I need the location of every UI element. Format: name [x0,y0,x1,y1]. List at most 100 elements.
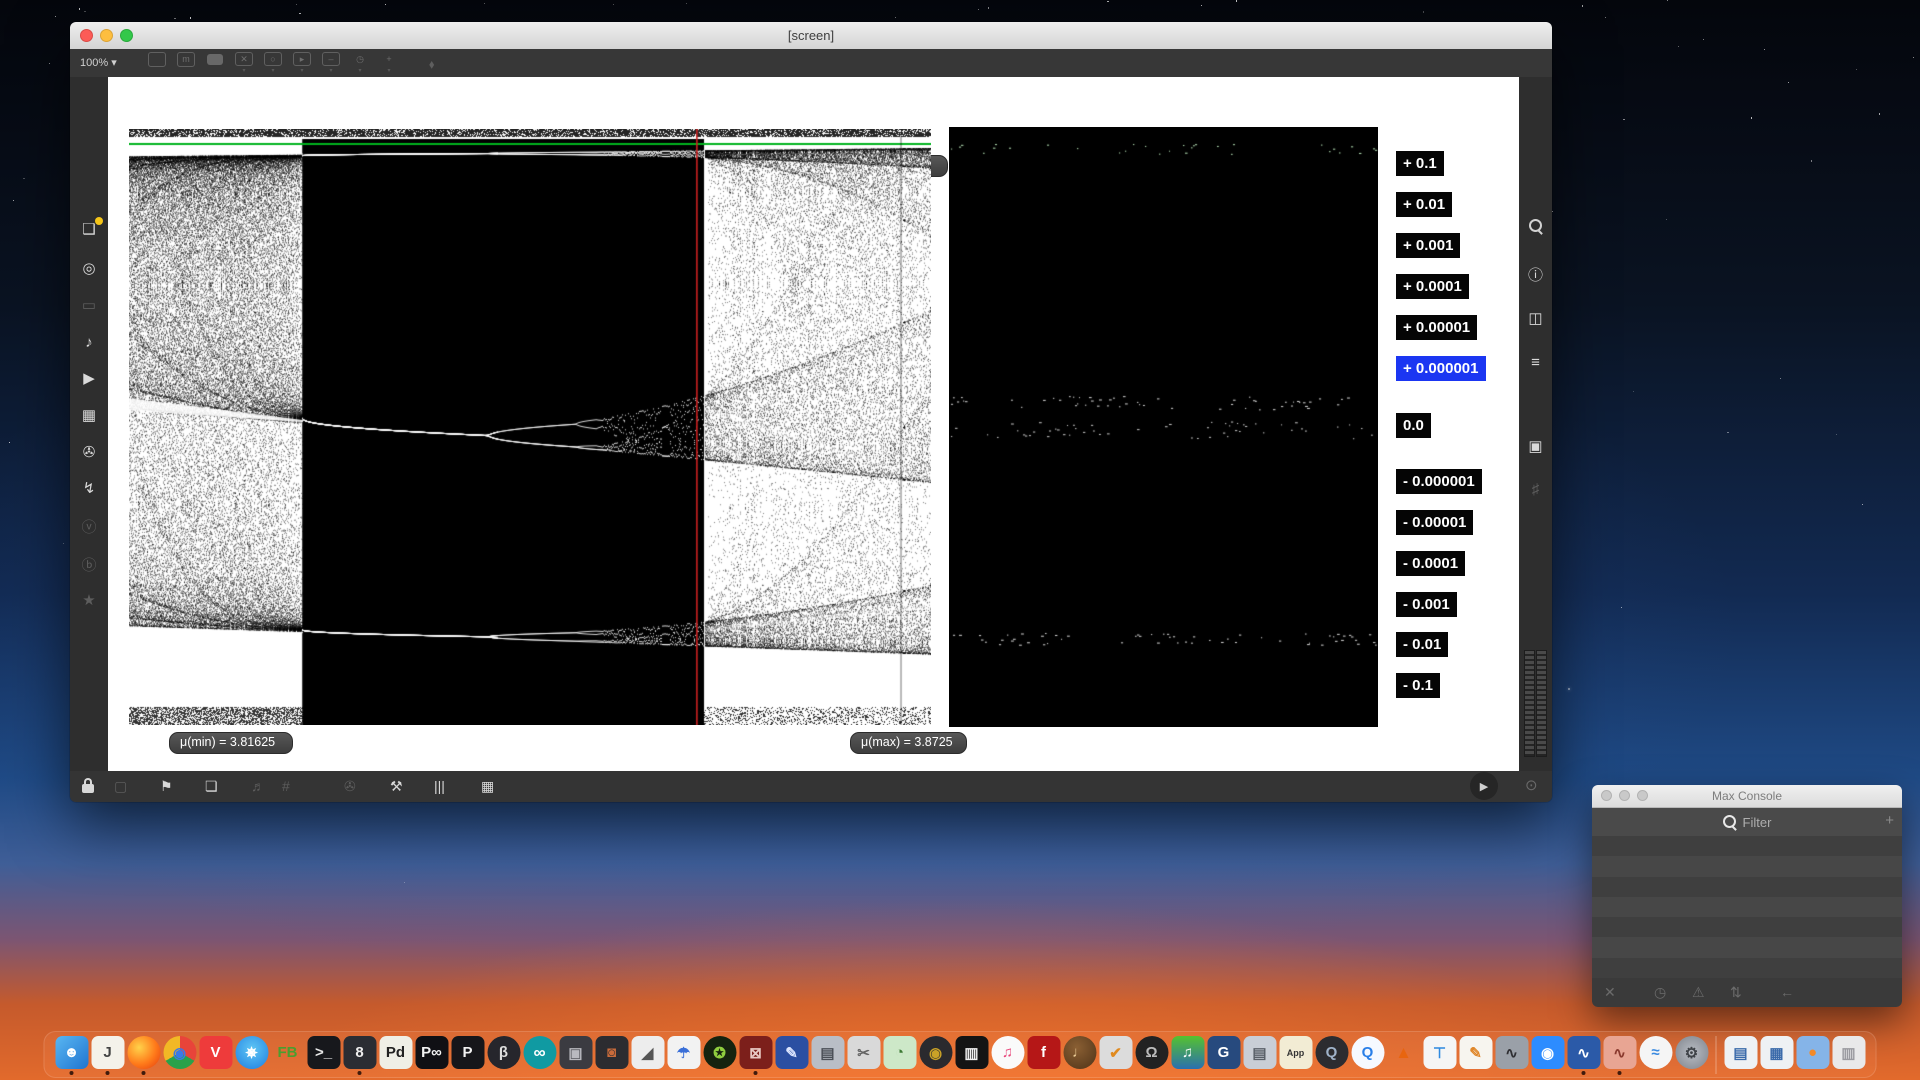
presentation-mode-icon[interactable]: ⚑ [160,777,173,795]
increment-button[interactable]: + 0.001 [1396,233,1460,258]
console-log-list[interactable] [1592,836,1902,978]
step-sequencer-icon[interactable]: ▦ [481,777,494,795]
increment-button[interactable]: - 0.1 [1396,673,1440,698]
increment-button[interactable]: + 0.00001 [1396,315,1477,340]
cube-app-dock-item[interactable]: ▣ [559,1036,593,1076]
audio-files-icon[interactable]: ♪ [70,334,108,351]
wrench-icon[interactable]: ⚒ [390,777,403,795]
sort-icon[interactable]: ⇅ [1730,984,1742,1001]
audio-status-icon[interactable]: ◎ [70,259,108,277]
inspector-icon[interactable]: ⓘ [1519,264,1552,285]
plugins-icon[interactable]: ↯ [70,479,108,497]
titlebar[interactable]: [screen] [70,22,1552,50]
quicktime-dock-item[interactable]: Q [1351,1036,1385,1076]
flash-player-dock-item[interactable]: f [1027,1036,1061,1076]
object-box-icon[interactable] [148,52,166,74]
garageband-dock-item[interactable]: ♩ [1063,1036,1097,1076]
frog-timer-app-dock-item[interactable]: ◔ [883,1036,917,1076]
headphones-app-dock-item[interactable]: Ω [1135,1036,1169,1076]
layers-icon[interactable]: ❏ [205,777,218,795]
slider-icon[interactable]: –▾ [322,52,340,74]
back-icon[interactable]: ← [1780,984,1794,1000]
snapshot-camera-icon[interactable]: ▣ [1519,437,1552,455]
increment-button[interactable]: - 0.001 [1396,592,1457,617]
stack-spreadsheets-dock-item[interactable]: ▦ [1760,1036,1794,1076]
lock-icon[interactable] [82,777,94,797]
itunes-dock-item[interactable]: ♫ [991,1036,1025,1076]
increment-button[interactable]: + 0.01 [1396,192,1452,217]
propellerhead-app-dock-item[interactable]: ☂ [667,1036,701,1076]
mixer-icon[interactable]: ♯ [1519,481,1552,498]
arduino-dock-item[interactable]: ∞ [523,1036,557,1076]
audio-power-icon[interactable]: ⊙ [1525,776,1538,794]
bifurcation-display[interactable] [129,129,931,725]
select-mode-icon[interactable]: ▢ [114,777,127,795]
number-box-icon[interactable]: ○▾ [264,52,282,74]
audio-monitor-dock-item[interactable]: ∿ [1603,1036,1637,1076]
add-object-icon[interactable]: +▾ [380,52,398,74]
dial-icon[interactable]: ◷▾ [351,52,369,74]
disk-doctor-dock-item[interactable]: ∿ [1495,1036,1529,1076]
clear-console-icon[interactable]: ✕ [1604,984,1616,1001]
favorites-icon[interactable]: ★ [70,591,108,609]
timestamps-icon[interactable]: ◷ [1654,984,1666,1001]
photo-edit-app-dock-item[interactable]: ✂ [847,1036,881,1076]
fb-logo-dock-item[interactable]: FB [271,1036,305,1076]
app-8-dock-item[interactable]: 8 [343,1036,377,1076]
attach-icon[interactable]: ✇ [344,777,356,795]
media-converter-dock-item[interactable]: ♫ [1171,1036,1205,1076]
medal-app-dock-item[interactable]: ◉ [919,1036,953,1076]
check-app-dock-item[interactable]: ✔ [1099,1036,1133,1076]
increment-button[interactable]: - 0.000001 [1396,469,1482,494]
wifi-app-dock-item[interactable]: ≈ [1639,1036,1673,1076]
audio-mute-icon[interactable]: ♬ [251,777,265,795]
vivaldi-dock-item[interactable]: V [199,1036,233,1076]
increment-button[interactable]: - 0.00001 [1396,510,1473,535]
new-object-icon[interactable]: m [177,52,195,74]
image-files-icon[interactable]: ▦ [70,406,108,424]
zoom-level-control[interactable]: 100% ▾ [80,56,117,69]
grid-icon[interactable]: # [282,777,290,795]
pure-data-dock-item[interactable]: Pd [379,1036,413,1076]
processing-dock-item[interactable]: P [451,1036,485,1076]
quicktime-7-dock-item[interactable]: Q [1315,1036,1349,1076]
comment-icon[interactable] [206,52,224,74]
paint-bucket-icon[interactable]: ⬧ [429,57,434,72]
increment-button[interactable]: - 0.0001 [1396,551,1465,576]
playbar-icon[interactable]: ▸▾ [293,52,311,74]
home-g-app-dock-item[interactable]: G [1207,1036,1241,1076]
add-filter-button[interactable]: + [1885,812,1894,829]
vizzie-icon[interactable]: ⓥ [70,516,108,537]
appcleaner-dock-item[interactable]: App [1279,1036,1313,1076]
errors-filter-icon[interactable]: ⚠ [1692,984,1705,1001]
controller-app-dock-item[interactable]: ◙ [595,1036,629,1076]
downloads-folder-dock-item[interactable]: ● [1796,1036,1830,1076]
console-titlebar[interactable]: Max Console [1592,785,1902,808]
piano-roll-icon[interactable]: ||| [434,777,445,795]
beta-app-dock-item[interactable]: β [487,1036,521,1076]
attachments-icon[interactable]: ✇ [70,443,108,461]
mu-max-messagebox[interactable]: μ(max) = 3.8725 [850,732,967,754]
pages-dock-item[interactable]: ✎ [1459,1036,1493,1076]
reference-list-icon[interactable]: ≡ [1519,354,1552,371]
journal-app-dock-item[interactable]: J [91,1036,125,1076]
search-icon[interactable] [1519,219,1552,237]
sidebar-panels-icon[interactable]: ◫ [1519,309,1552,327]
firefox-dock-item[interactable] [127,1036,161,1076]
beap-icon[interactable]: ⓑ [70,554,108,575]
console-filter-input[interactable]: Filter [1743,815,1772,830]
finder-dock-item[interactable]: ☻ [55,1036,89,1076]
mu-min-messagebox[interactable]: μ(min) = 3.81625 [169,732,293,754]
sync-locks-app-dock-item[interactable]: ⊠ [739,1036,773,1076]
increment-button[interactable]: + 0.1 [1396,151,1444,176]
zoom-app-dock-item[interactable]: ◉ [1531,1036,1565,1076]
system-preferences-dock-item[interactable]: ⚙ [1675,1036,1709,1076]
run-button[interactable]: ▶ [1470,772,1498,800]
midi-keys-app-dock-item[interactable]: ▥ [955,1036,989,1076]
vlc-dock-item[interactable]: ▲ [1387,1036,1421,1076]
sound-matrix-display[interactable] [949,127,1378,727]
increment-button[interactable]: - 0.01 [1396,632,1448,657]
scanner-app-dock-item[interactable]: ▤ [811,1036,845,1076]
tablet-app-dock-item[interactable]: ◢ [631,1036,665,1076]
p5-app-dock-item[interactable]: P∞ [415,1036,449,1076]
